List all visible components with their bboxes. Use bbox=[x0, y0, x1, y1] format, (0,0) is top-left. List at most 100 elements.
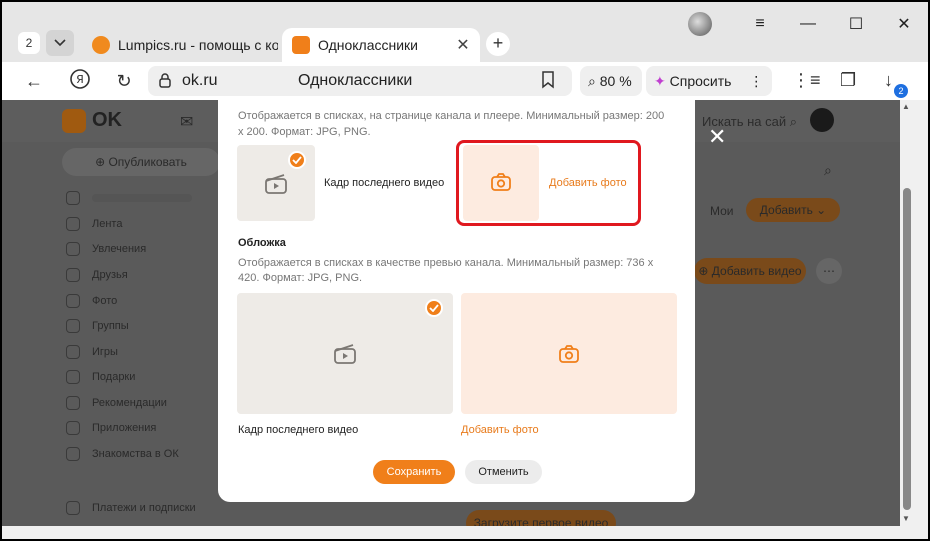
gift-icon bbox=[66, 370, 80, 384]
page-scrollbar[interactable]: ▲ ▼ bbox=[900, 100, 914, 526]
cover-frame-label: Кадр последнего видео bbox=[238, 424, 359, 436]
cover-add-photo-tile[interactable] bbox=[461, 293, 677, 414]
avatar-last-frame-option[interactable] bbox=[237, 145, 315, 221]
tab-title: Одноклассники bbox=[318, 37, 419, 53]
groups-icon bbox=[66, 319, 80, 333]
sidebar-item-dating[interactable]: Знакомства в ОК bbox=[66, 444, 179, 464]
selected-check-icon bbox=[425, 299, 443, 317]
tab-odnoklassniki[interactable]: Одноклассники ✕ bbox=[282, 28, 480, 62]
lumpics-favicon-icon bbox=[92, 36, 110, 54]
gamepad-icon bbox=[66, 345, 80, 359]
sidebar-item-photos[interactable]: Фото bbox=[66, 291, 117, 311]
more-options-icon[interactable]: ⋯ bbox=[816, 258, 842, 284]
address-page-title: Одноклассники bbox=[298, 72, 413, 89]
video-clapper-icon bbox=[265, 174, 287, 194]
sidebar-item-hobbies[interactable]: Увлечения bbox=[66, 239, 146, 259]
browser-window: 2 Lumpics.ru - помощь с ком Одноклассник… bbox=[2, 2, 928, 539]
user-avatar[interactable] bbox=[810, 108, 834, 132]
sidebar-item-gifts[interactable]: Подарки bbox=[66, 367, 135, 387]
ai-spark-icon: ✦ bbox=[654, 73, 666, 89]
downloads-badge: 2 bbox=[894, 84, 908, 98]
ok-logo-icon[interactable] bbox=[62, 109, 86, 133]
wallet-icon bbox=[66, 501, 80, 515]
maximize-icon[interactable]: ☐ bbox=[832, 14, 880, 34]
video-clapper-icon bbox=[334, 344, 356, 364]
tab-title: Lumpics.ru - помощь с ком bbox=[118, 37, 278, 53]
cover-last-frame-option[interactable] bbox=[237, 293, 453, 414]
tab-count-badge[interactable]: 2 bbox=[18, 32, 40, 54]
heart-icon bbox=[66, 447, 80, 461]
menu-icon[interactable]: ≡ bbox=[736, 15, 784, 33]
close-window-icon[interactable]: ✕ bbox=[880, 14, 928, 34]
user-icon bbox=[66, 191, 80, 205]
cover-description-line1: Отображается в списках в качестве превью… bbox=[238, 257, 654, 269]
scroll-up-icon[interactable]: ▲ bbox=[902, 102, 910, 111]
cover-heading: Обложка bbox=[238, 237, 286, 249]
hobby-icon bbox=[66, 242, 80, 256]
profile-avatar[interactable] bbox=[688, 12, 712, 36]
friends-icon bbox=[66, 268, 80, 282]
chevron-down-icon bbox=[54, 39, 66, 47]
cancel-button[interactable]: Отменить bbox=[465, 460, 542, 484]
address-bar: ← Я ↻ ok.ru Одноклассники ⌕ 80 % ✦ Спрос… bbox=[2, 62, 928, 100]
mail-icon[interactable]: ✉ bbox=[180, 112, 193, 132]
add-dropdown-button[interactable]: Добавить ⌄ bbox=[746, 198, 840, 222]
avatar-description-line1: Отображается в списках, на странице кана… bbox=[238, 110, 665, 122]
bookmark-icon[interactable] bbox=[540, 71, 556, 89]
scroll-down-icon[interactable]: ▼ bbox=[902, 514, 910, 523]
more-icon[interactable]: ⋮ bbox=[749, 73, 763, 89]
window-controls: ≡ — ☐ ✕ bbox=[688, 2, 928, 46]
tab-bar: 2 Lumpics.ru - помощь с ком Одноклассник… bbox=[2, 2, 928, 62]
tab-list-dropdown[interactable] bbox=[46, 30, 74, 56]
ask-button[interactable]: ✦ Спросить ⋮ bbox=[646, 66, 772, 96]
highlight-frame bbox=[456, 140, 641, 226]
scrollbar-thumb[interactable] bbox=[903, 188, 911, 510]
home-icon bbox=[66, 217, 80, 231]
ask-label: Спросить bbox=[669, 73, 732, 89]
close-modal-icon[interactable]: ✕ bbox=[708, 126, 726, 148]
sidebar-item-apps[interactable]: Приложения bbox=[66, 418, 156, 438]
avatar-description-line2: х 200. Формат: JPG, PNG. bbox=[238, 126, 371, 138]
sidebar-item-payments[interactable]: Платежи и подписки bbox=[66, 498, 196, 518]
sidebar-item-friends[interactable]: Друзья bbox=[66, 265, 128, 285]
plus-icon: ⊕ bbox=[95, 155, 109, 169]
cover-description-line2: 420. Формат: JPG, PNG. bbox=[238, 272, 363, 284]
sidebar-item-recommendations[interactable]: Рекомендации bbox=[66, 393, 167, 413]
back-arrow-icon[interactable]: ← bbox=[20, 68, 48, 94]
yandex-icon[interactable]: Я bbox=[66, 68, 94, 94]
add-video-button[interactable]: ⊕ Добавить видео bbox=[694, 258, 806, 284]
ok-favicon-icon bbox=[292, 36, 310, 54]
sidebar-item-games[interactable]: Игры bbox=[66, 342, 118, 362]
camera-icon bbox=[559, 345, 579, 363]
tab-lumpics[interactable]: Lumpics.ru - помощь с ком bbox=[82, 28, 278, 62]
url-field[interactable]: ok.ru Одноклассники bbox=[148, 66, 572, 96]
sidebar-item-groups[interactable]: Группы bbox=[66, 316, 129, 336]
bg-search-icon[interactable]: ⌕ bbox=[824, 162, 832, 179]
new-tab-button[interactable]: + bbox=[486, 32, 510, 56]
sidebar-item-feed[interactable]: Лента bbox=[66, 214, 122, 234]
sidebar-item-profile[interactable] bbox=[66, 188, 192, 208]
zoom-level: 80 % bbox=[599, 73, 632, 89]
selected-check-icon bbox=[288, 151, 306, 169]
cover-add-photo-link[interactable]: Добавить фото bbox=[461, 424, 539, 436]
upload-first-video-button[interactable]: Загрузите первое видео bbox=[466, 510, 616, 526]
close-tab-icon[interactable]: ✕ bbox=[452, 35, 474, 55]
zoom-search-icon: ⌕ bbox=[588, 73, 596, 89]
lock-icon bbox=[159, 73, 171, 88]
svg-text:Я: Я bbox=[76, 73, 84, 86]
sidebar-menu-icon[interactable]: ⋮≡ bbox=[792, 70, 821, 91]
publish-button[interactable]: ⊕ Опубликовать bbox=[62, 148, 220, 176]
ok-logo-text: OK bbox=[92, 109, 122, 131]
download-icon[interactable]: ↓ bbox=[884, 70, 893, 91]
minimize-icon[interactable]: — bbox=[784, 15, 832, 33]
avatar-frame-label: Кадр последнего видео bbox=[324, 177, 445, 189]
reload-icon[interactable]: ↻ bbox=[110, 68, 138, 94]
compass-icon bbox=[66, 396, 80, 410]
save-button[interactable]: Сохранить bbox=[373, 460, 455, 484]
url-text: ok.ru bbox=[182, 72, 218, 89]
zoom-indicator[interactable]: ⌕ 80 % bbox=[580, 66, 642, 96]
photo-icon bbox=[66, 294, 80, 308]
mine-tab[interactable]: Мои bbox=[710, 204, 734, 218]
collections-icon[interactable]: ❐ bbox=[840, 70, 856, 91]
apps-icon bbox=[66, 421, 80, 435]
